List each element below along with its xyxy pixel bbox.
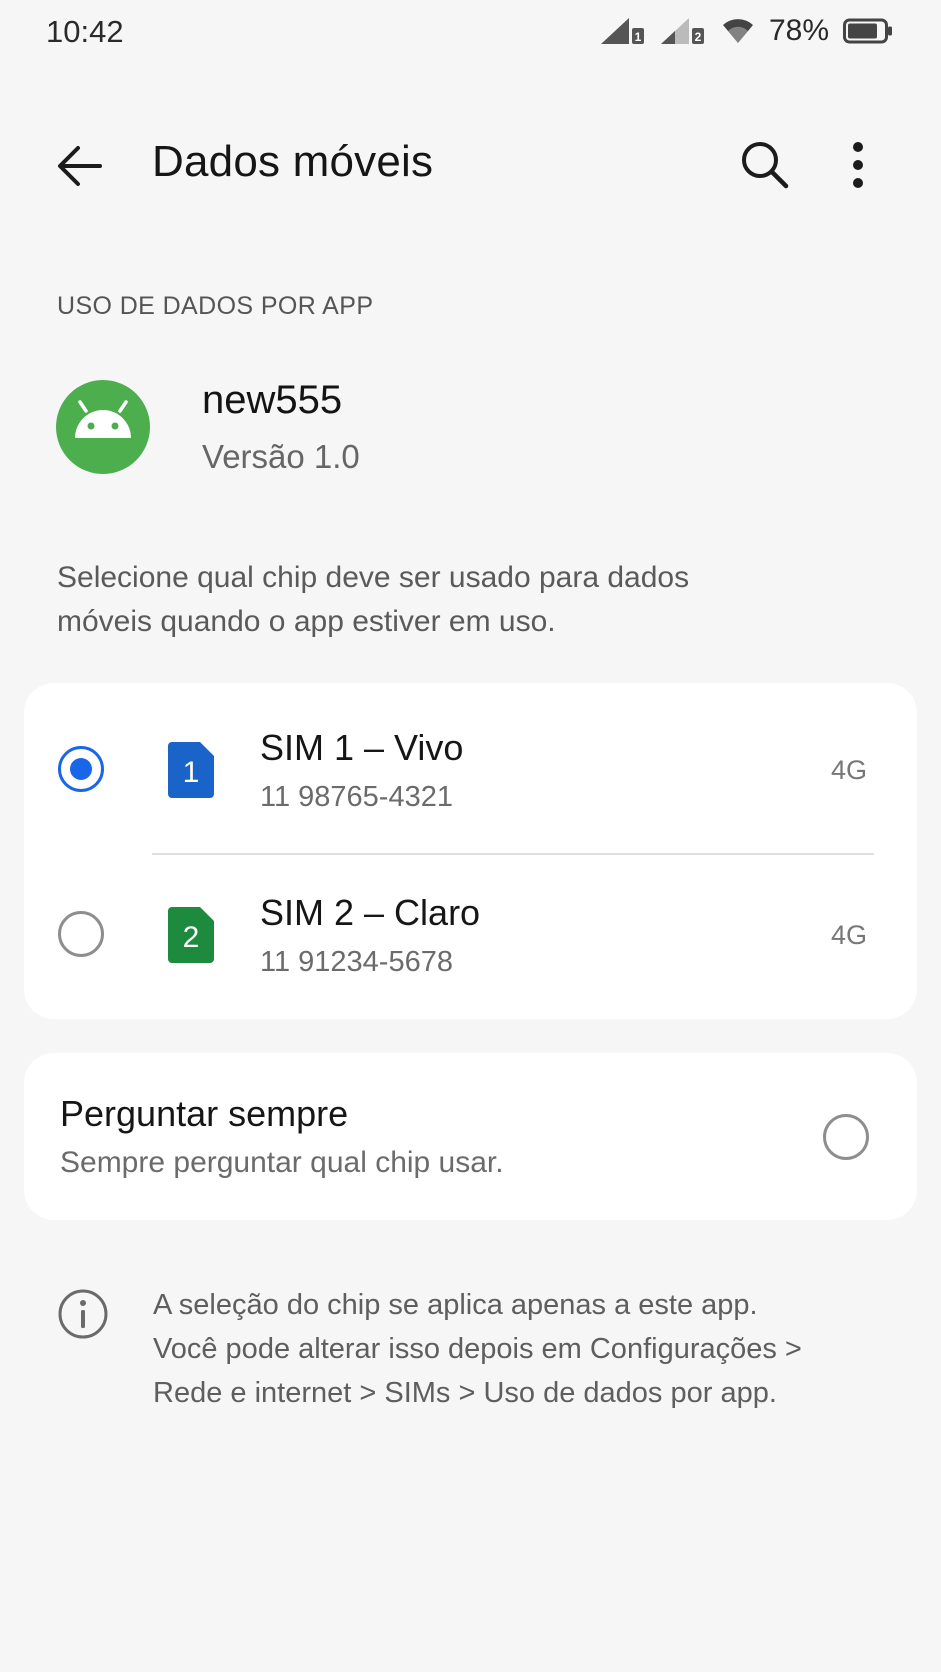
sim2-badge-number: 2 — [183, 921, 200, 954]
ask-always-title: Perguntar sempre — [60, 1093, 349, 1134]
info-text-line-3: Rede e internet > SIMs > Uso de dados po… — [153, 1377, 777, 1409]
sim2-radio[interactable] — [58, 911, 104, 957]
battery-percentage: 78% — [768, 14, 829, 47]
sim2-badge: 2 — [168, 907, 214, 968]
app-version: Versão 1.0 — [202, 438, 360, 475]
sim2-index: 2 — [695, 30, 702, 44]
more-vert-icon — [853, 142, 863, 188]
sim-option-2[interactable] — [24, 855, 917, 1019]
info-text: A seleção do chip se aplica apenas a est… — [153, 1283, 853, 1415]
sim1-badge-number: 1 — [183, 756, 200, 789]
status-icons: 1 2 78% — [600, 14, 893, 48]
ask-always-option[interactable] — [24, 1053, 917, 1220]
page-title: Dados móveis — [152, 137, 434, 186]
sim-card-icon: 1 — [168, 742, 214, 798]
signal-sim1-icon: 1 — [600, 18, 644, 44]
info-text-line-1: A seleção do chip se aplica apenas a est… — [153, 1289, 758, 1321]
app-icon — [56, 380, 150, 474]
sim-card-icon: 2 — [168, 907, 214, 963]
sim1-number: 11 98765-4321 — [260, 781, 453, 813]
search-button[interactable] — [738, 138, 792, 192]
description-text: Selecione qual chip deve ser usado para … — [57, 561, 690, 638]
arrow-left-icon — [58, 146, 102, 186]
ask-always-subtitle: Sempre perguntar qual chip usar. — [60, 1146, 504, 1179]
info-icon — [57, 1288, 109, 1340]
back-button[interactable] — [54, 140, 106, 192]
sim1-network-type: 4G — [831, 755, 868, 785]
info-text-line-2: Você pode alterar isso depois em Configu… — [153, 1333, 802, 1365]
search-icon — [742, 142, 789, 189]
battery-icon — [843, 18, 892, 44]
sim2-number: 11 91234-5678 — [260, 946, 453, 978]
sim1-index: 1 — [635, 30, 642, 44]
sim2-title: SIM 2 – Claro — [260, 892, 481, 933]
section-header: USO DE DADOS POR APP — [57, 292, 374, 320]
sim1-title: SIM 1 – Vivo — [260, 727, 464, 768]
signal-sim2-icon: 2 — [660, 18, 704, 44]
wifi-icon — [722, 19, 753, 43]
ask-always-radio[interactable] — [823, 1114, 869, 1160]
sim2-network-type: 4G — [831, 920, 868, 950]
android-icon — [75, 400, 131, 438]
sim1-badge: 1 — [168, 742, 214, 803]
status-time: 10:42 — [46, 14, 124, 49]
app-name: new555 — [202, 378, 343, 422]
sim1-radio[interactable] — [58, 746, 104, 792]
more-options-button[interactable] — [846, 138, 870, 192]
sim-option-1[interactable] — [24, 683, 917, 853]
